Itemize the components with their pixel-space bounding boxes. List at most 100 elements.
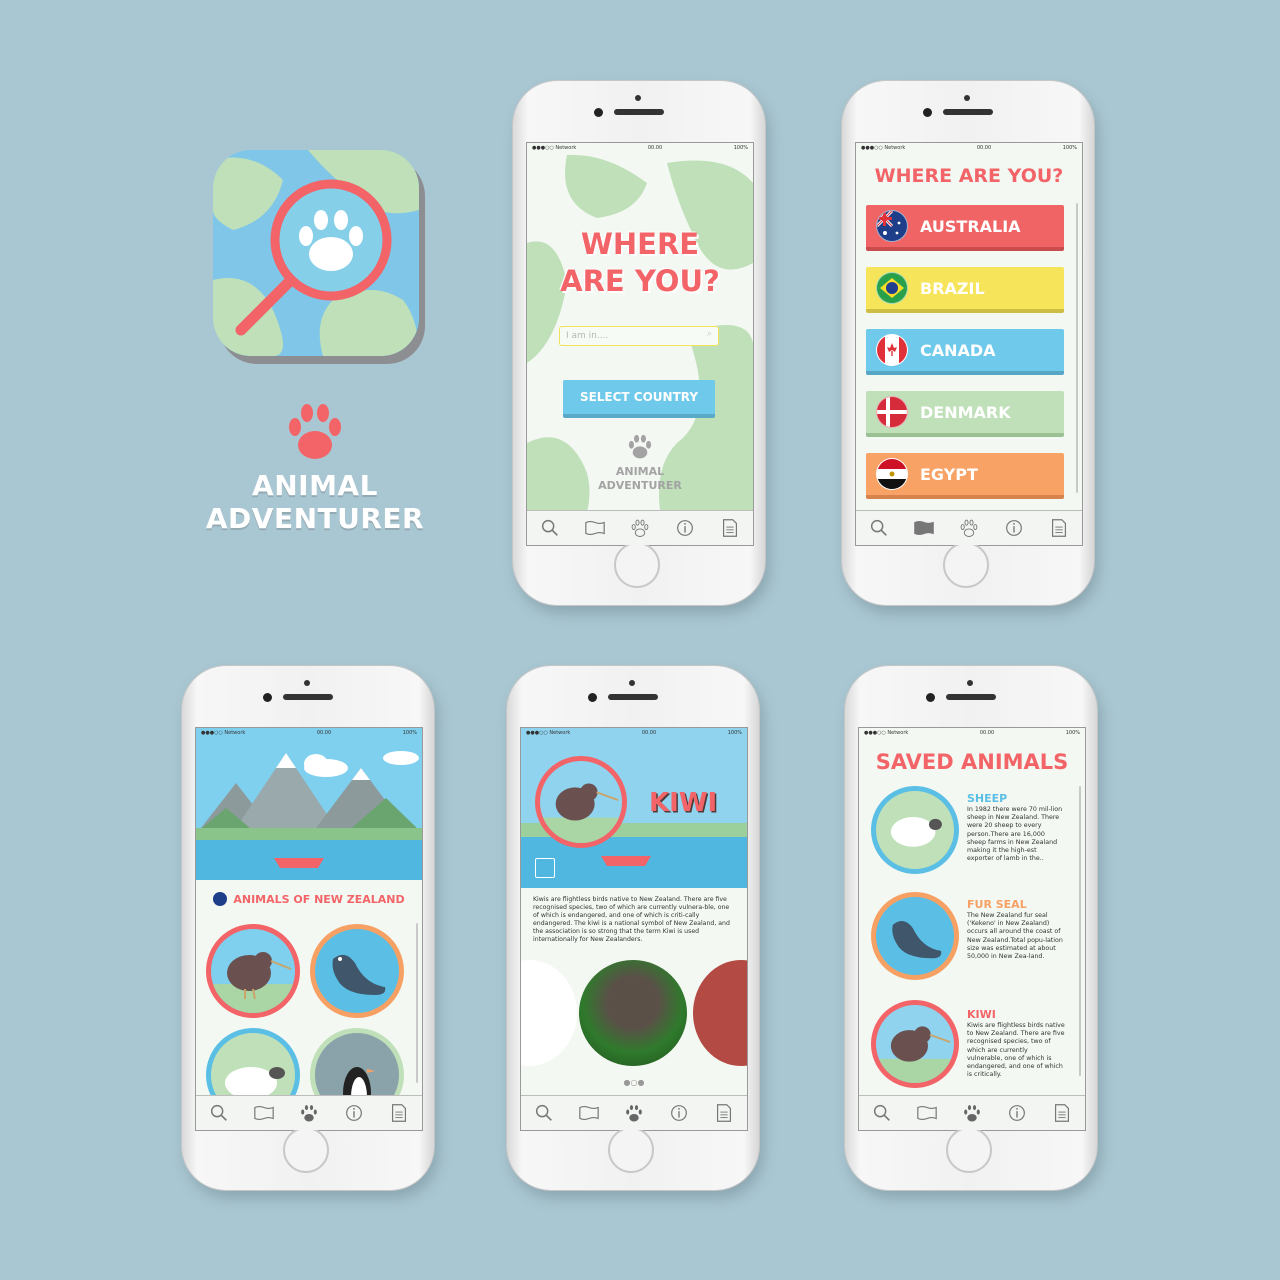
tab-search[interactable] [869, 1101, 895, 1125]
saved-animals-screen: ●●●○○ Network 00.00 100% SAVED ANIMALS S… [858, 727, 1086, 1131]
paw-icon [301, 1105, 317, 1122]
status-carrier: ●●●○○ Network [201, 730, 246, 736]
paw-icon [631, 519, 649, 537]
tab-animals[interactable] [296, 1101, 322, 1125]
country-list-screen: ●●●○○ Network 00.00 100% WHERE ARE YOU? … [855, 142, 1083, 546]
status-battery: 100% [1065, 730, 1080, 736]
tab-animals[interactable] [959, 1101, 985, 1125]
search-icon [870, 519, 887, 536]
saved-fur-seal-title: FUR SEAL [967, 898, 1027, 911]
country-egypt[interactable]: EGYPT [866, 453, 1064, 499]
scrollbar[interactable] [416, 923, 418, 1083]
tab-animals[interactable] [621, 1101, 647, 1125]
status-battery: 100% [402, 730, 417, 736]
paw-icon [628, 434, 652, 459]
tab-search[interactable] [866, 516, 892, 540]
animals-screen: ●●●○○ Network 00.00 100% ANIMALS OF NEW … [195, 727, 423, 1131]
country-australia[interactable]: AUSTRALIA [866, 205, 1064, 251]
where-are-you-title: WHERE ARE YOU? [527, 226, 753, 300]
animals-heading: ANIMALS OF NEW ZEALAND [196, 892, 422, 906]
tab-map[interactable] [914, 1101, 940, 1125]
saved-kiwi-title: KIWI [967, 1008, 996, 1021]
tab-info[interactable] [341, 1101, 367, 1125]
paw-icon [964, 1105, 980, 1122]
brazil-flag-icon [876, 272, 908, 304]
saved-sheep-title: SHEEP [967, 792, 1008, 805]
home-button[interactable] [946, 1127, 992, 1173]
phone-animals-list: ●●●○○ Network 00.00 100% ANIMALS OF NEW … [182, 666, 434, 1190]
info-icon [671, 1105, 688, 1121]
status-time: 00.00 [976, 145, 992, 151]
country-denmark[interactable]: DENMARK [866, 391, 1064, 437]
home-button[interactable] [943, 542, 989, 588]
home-button[interactable] [614, 542, 660, 588]
notes-icon[interactable] [535, 858, 555, 878]
where-are-you-title: WHERE ARE YOU? [874, 165, 1064, 187]
saved-kiwi-image[interactable] [871, 1000, 959, 1088]
tab-map[interactable] [582, 516, 608, 540]
info-icon [677, 520, 694, 536]
tab-notes[interactable] [717, 516, 743, 540]
search-icon [873, 1104, 890, 1121]
brand-logo: ANIMAL ADVENTURER [205, 395, 425, 535]
phone-camera [594, 108, 603, 117]
home-button[interactable] [283, 1127, 329, 1173]
phone-speaker [283, 694, 333, 700]
tab-notes[interactable] [1049, 1101, 1075, 1125]
tab-map[interactable] [251, 1101, 277, 1125]
gallery-page-dots[interactable]: ●○● [521, 1078, 747, 1087]
animal-card-fur-seal[interactable] [310, 924, 404, 1018]
footer-brand-line2: ADVENTURER [598, 479, 682, 492]
search-icon [541, 519, 558, 536]
tab-map[interactable] [576, 1101, 602, 1125]
status-carrier: ●●●○○ Network [864, 730, 909, 736]
country-brazil[interactable]: BRAZIL [866, 267, 1064, 313]
tab-search[interactable] [537, 516, 563, 540]
tab-search[interactable] [206, 1101, 232, 1125]
scrollbar[interactable] [1076, 203, 1078, 493]
status-bar: ●●●○○ Network 00.00 100% [859, 728, 1085, 738]
phone-camera [588, 693, 597, 702]
kiwi-portrait [535, 756, 627, 848]
country-canada[interactable]: CANADA [866, 329, 1064, 375]
tab-animals[interactable] [627, 516, 653, 540]
select-country-button[interactable]: SELECT COUNTRY [563, 380, 715, 418]
tab-info[interactable] [1004, 1101, 1030, 1125]
phone-country-list: ●●●○○ Network 00.00 100% WHERE ARE YOU? … [842, 81, 1094, 605]
notes-icon [1055, 1104, 1070, 1122]
phone-speaker [614, 109, 664, 115]
gallery-photo-prev[interactable] [521, 960, 577, 1066]
tab-info[interactable] [672, 516, 698, 540]
home-button[interactable] [608, 1127, 654, 1173]
country-search-input[interactable]: I am in.... ⌕ [559, 326, 719, 346]
saved-fur-seal-image[interactable] [871, 892, 959, 980]
saved-sheep-image[interactable] [871, 786, 959, 874]
tab-animals[interactable] [956, 516, 982, 540]
tab-map[interactable] [911, 516, 937, 540]
map-icon [579, 1105, 599, 1121]
seal-illustration [332, 954, 386, 995]
kiwi-illustration [211, 952, 295, 1013]
tab-info[interactable] [666, 1101, 692, 1125]
scrollbar[interactable] [1079, 786, 1081, 1076]
status-time: 00.00 [647, 145, 663, 151]
tab-search[interactable] [531, 1101, 557, 1125]
animal-description: Kiwis are flightless birds native to New… [533, 896, 730, 943]
app-icon [213, 150, 419, 356]
tab-notes[interactable] [711, 1101, 737, 1125]
animal-title: KIWI [649, 788, 718, 818]
kiwi-illustration [876, 1026, 954, 1083]
country-name: BRAZIL [920, 278, 985, 298]
tab-notes[interactable] [1046, 516, 1072, 540]
photo-gallery[interactable] [521, 958, 747, 1068]
gallery-photo-current[interactable] [579, 960, 687, 1066]
tab-bar [527, 510, 753, 545]
brand-name-line2: ADVENTURER [205, 502, 425, 535]
phone-camera [263, 693, 272, 702]
country-name: CANADA [920, 340, 996, 360]
phone-camera [926, 693, 935, 702]
gallery-photo-next[interactable] [693, 960, 747, 1066]
tab-info[interactable] [1001, 516, 1027, 540]
tab-notes[interactable] [386, 1101, 412, 1125]
animal-card-kiwi[interactable] [206, 924, 300, 1018]
